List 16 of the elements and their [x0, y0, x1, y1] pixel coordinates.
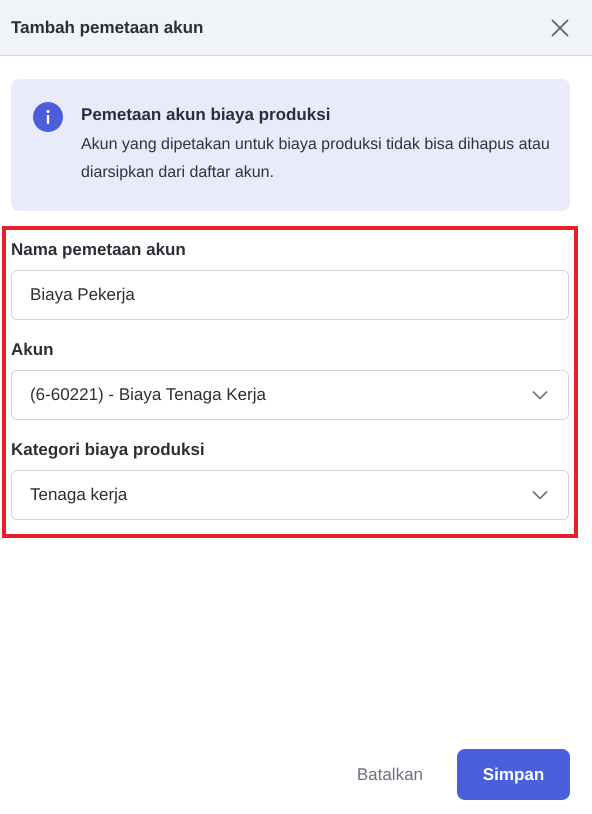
chevron-down-icon — [532, 490, 548, 500]
dropdown-field[interactable]: Tenaga kerja — [11, 470, 569, 520]
cancel-button[interactable]: Batalkan — [344, 756, 435, 792]
dialog-title: Tambah pemetaan akun — [11, 18, 204, 38]
save-button[interactable]: Simpan — [457, 749, 570, 800]
close-button[interactable] — [550, 18, 570, 38]
info-title: Pemetaan akun biaya produksi — [81, 105, 332, 125]
field-label: Kategori biaya produksi — [11, 440, 206, 460]
dropdown-field[interactable]: (6-60221) - Biaya Tenaga Kerja — [11, 370, 569, 420]
field-label: Nama pemetaan akun — [11, 240, 187, 260]
field-label: Akun — [11, 340, 54, 360]
input-field[interactable]: Biaya Pekerja — [11, 270, 569, 320]
close-icon — [550, 18, 570, 38]
chevron-down-icon — [532, 390, 548, 400]
info-icon — [33, 102, 63, 132]
info-text: Akun yang dipetakan untuk biaya produksi tidak bisa dihapus atau diarsipkan dari daftar akun. — [81, 135, 550, 183]
